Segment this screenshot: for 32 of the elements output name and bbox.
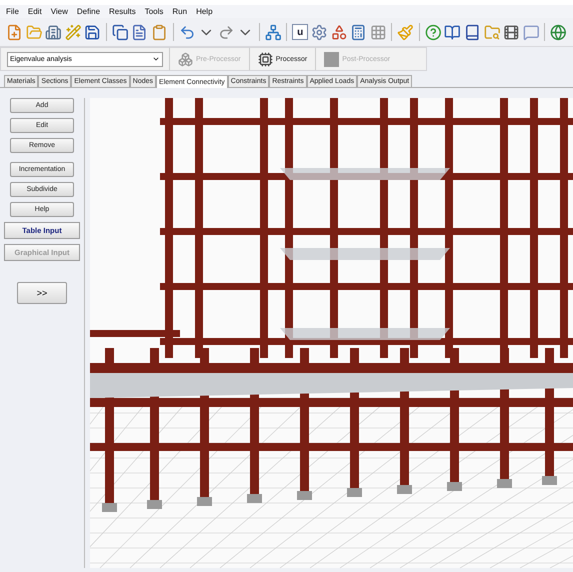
book-icon[interactable] (444, 24, 462, 40)
menu-item[interactable]: Tools (144, 7, 164, 16)
menu-item[interactable]: Help (196, 7, 213, 16)
clipboard-icon[interactable] (151, 24, 168, 40)
redo-icon[interactable] (218, 24, 234, 40)
document-icon[interactable] (131, 24, 148, 40)
u-button[interactable]: u (292, 24, 308, 40)
help-icon[interactable] (424, 24, 442, 40)
shapes-icon[interactable] (330, 24, 348, 40)
menu-item[interactable]: File (6, 7, 19, 16)
caret-icon[interactable] (152, 55, 160, 63)
new-file-icon[interactable] (6, 24, 23, 40)
save-icon[interactable] (84, 24, 101, 40)
undo-icon[interactable] (178, 24, 196, 40)
menu-item[interactable]: Results (109, 7, 136, 16)
calculator-icon[interactable] (350, 24, 367, 40)
grid-icon[interactable] (370, 24, 386, 40)
chip-icon (258, 52, 273, 66)
globe-icon[interactable] (550, 24, 567, 40)
menu-item[interactable]: View (50, 7, 68, 16)
expand-button[interactable]: >> (17, 282, 67, 304)
network-icon[interactable] (264, 24, 282, 40)
building-icon[interactable] (45, 24, 62, 40)
menu-item[interactable]: Run (172, 7, 188, 16)
frame-icon (178, 52, 193, 66)
copy-icon[interactable] (112, 24, 128, 40)
book-icon[interactable] (464, 24, 481, 40)
square-icon (324, 52, 340, 66)
menu-item[interactable]: Edit (28, 7, 42, 16)
film-icon[interactable] (503, 24, 520, 40)
settings-icon[interactable] (311, 24, 328, 40)
menu-item[interactable]: Define (76, 7, 100, 16)
